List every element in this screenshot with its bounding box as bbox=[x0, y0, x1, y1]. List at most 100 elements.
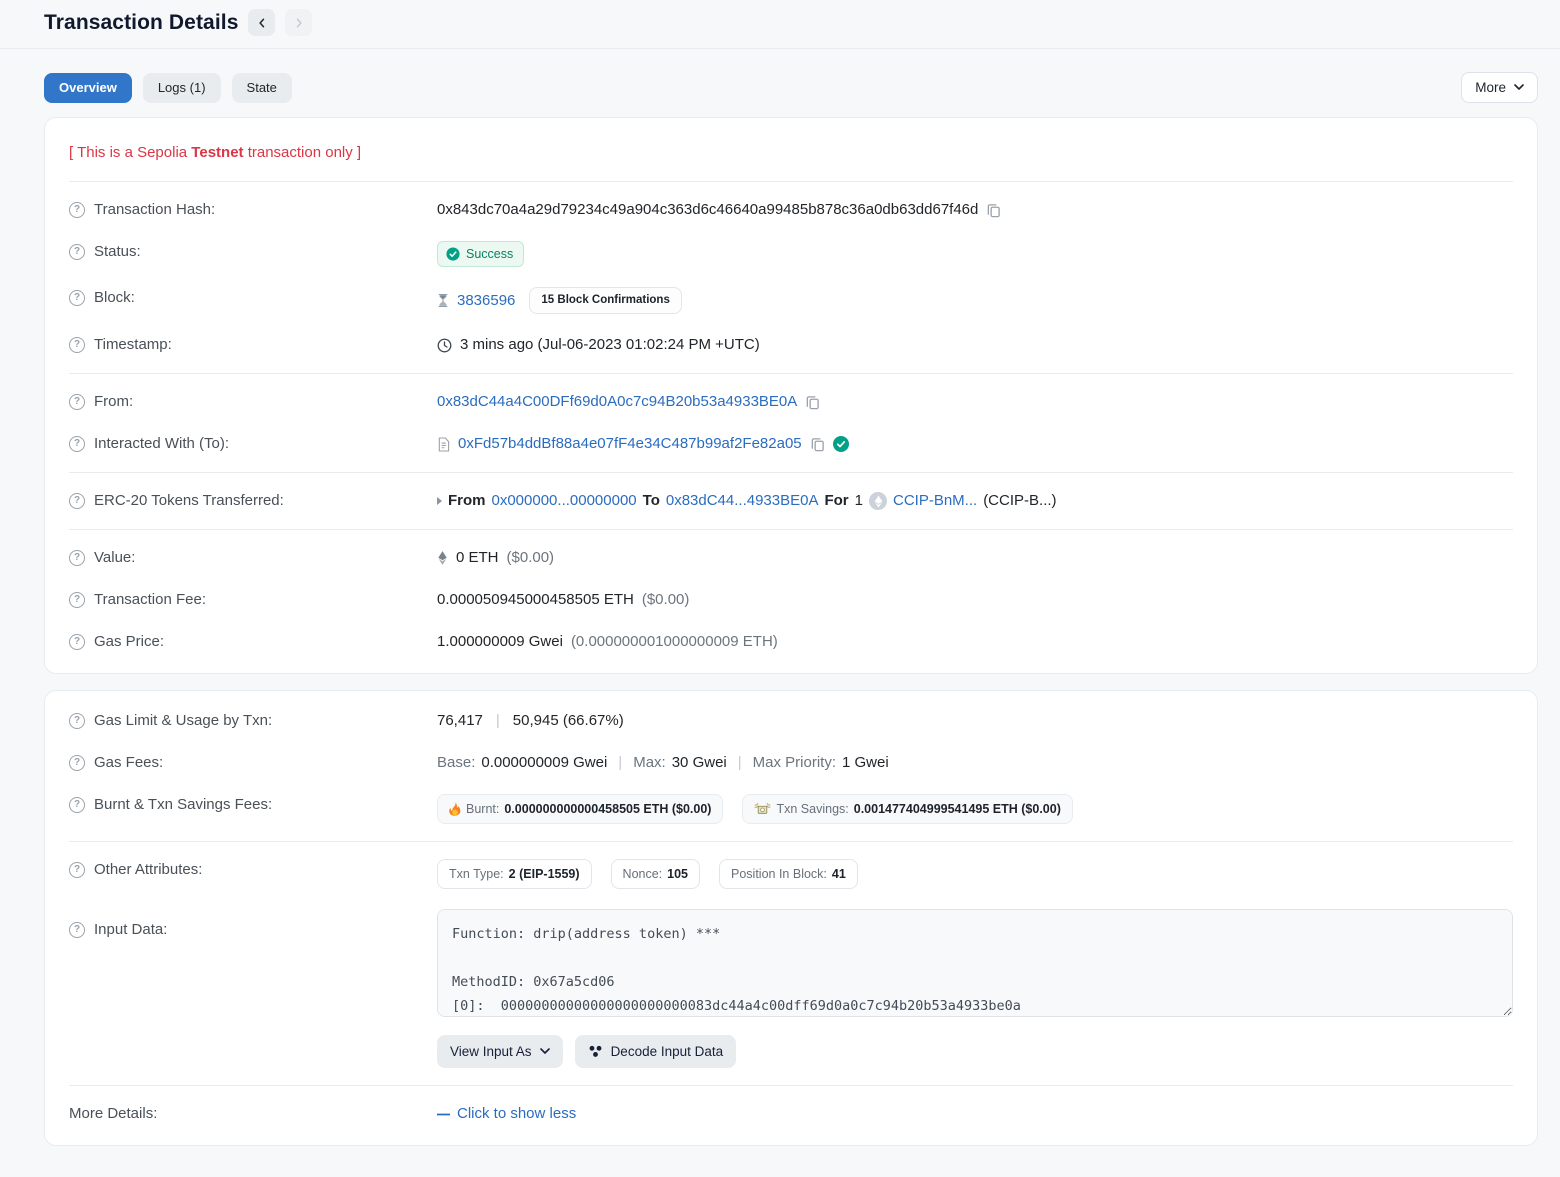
max-fee-value: 30 Gwei bbox=[672, 752, 727, 774]
flame-icon bbox=[449, 802, 461, 816]
copy-icon[interactable] bbox=[805, 395, 820, 410]
help-icon bbox=[69, 713, 85, 729]
minus-icon bbox=[437, 1113, 450, 1116]
txn-type-value: 2 (EIP-1559) bbox=[509, 867, 580, 881]
chevron-down-icon bbox=[540, 1048, 550, 1055]
help-icon bbox=[69, 337, 85, 353]
tab-logs[interactable]: Logs (1) bbox=[143, 73, 221, 103]
contract-file-icon bbox=[437, 437, 450, 452]
burnt-fee-label: Burnt: bbox=[466, 802, 499, 816]
block-number-link[interactable]: 3836596 bbox=[457, 290, 515, 312]
transaction-fee-amount: 0.000050945000458505 ETH bbox=[437, 589, 634, 611]
divider bbox=[69, 841, 1513, 842]
transfer-to-address-link[interactable]: 0x83dC44...4933BE0A bbox=[666, 490, 819, 512]
nonce-value: 105 bbox=[667, 867, 688, 881]
status-label: Status: bbox=[94, 241, 141, 263]
tab-overview[interactable]: Overview bbox=[44, 73, 132, 103]
value-usd: ($0.00) bbox=[507, 547, 555, 569]
erc20-transfers-row: ERC-20 Tokens Transferred: From 0x000000… bbox=[69, 480, 1513, 522]
chevron-left-icon bbox=[256, 17, 268, 29]
gas-limit-label: Gas Limit & Usage by Txn: bbox=[94, 710, 272, 732]
testnet-notice-suffix: transaction only ] bbox=[244, 144, 362, 161]
divider bbox=[69, 472, 1513, 473]
position-in-block-label: Position In Block: bbox=[731, 867, 827, 881]
interacted-with-label: Interacted With (To): bbox=[94, 433, 229, 455]
from-row: From: 0x83dC44a4C00DFf69d0A0c7c94B20b53a… bbox=[69, 381, 1513, 423]
next-transaction-button[interactable] bbox=[285, 9, 312, 36]
show-less-text: Click to show less bbox=[457, 1103, 576, 1125]
help-icon bbox=[69, 394, 85, 410]
copy-icon[interactable] bbox=[810, 437, 825, 452]
decode-icon bbox=[588, 1045, 603, 1058]
transfer-from-address-link[interactable]: 0x000000...00000000 bbox=[492, 490, 637, 512]
gas-price-eth: (0.000000001000000009 ETH) bbox=[571, 631, 778, 653]
transaction-hash-label: Transaction Hash: bbox=[94, 199, 215, 221]
divider bbox=[69, 373, 1513, 374]
token-symbol: (CCIP-B...) bbox=[983, 490, 1056, 512]
transaction-details-page: Transaction Details Overview Logs (1) St… bbox=[0, 0, 1560, 1177]
timestamp-row: Timestamp: 3 mins ago (Jul-06-2023 01:02… bbox=[69, 324, 1513, 366]
txn-type-label: Txn Type: bbox=[449, 867, 504, 881]
testnet-notice-prefix: [ This is a Sepolia bbox=[69, 144, 191, 161]
prev-transaction-button[interactable] bbox=[248, 9, 275, 36]
tab-list: Overview Logs (1) State bbox=[44, 73, 292, 103]
txn-savings-value: 0.001477404999541495 ETH ($0.00) bbox=[854, 802, 1061, 816]
transaction-hash-row: Transaction Hash: 0x843dc70a4a29d79234c4… bbox=[69, 189, 1513, 231]
tabs-row: Overview Logs (1) State More bbox=[0, 49, 1560, 103]
input-data-textarea[interactable]: Function: drip(address token) *** Method… bbox=[437, 909, 1513, 1017]
base-fee-label: Base: bbox=[437, 752, 475, 774]
gas-fees-row: Gas Fees: Base: 0.000000009 Gwei Max: 30… bbox=[69, 742, 1513, 784]
help-icon bbox=[69, 550, 85, 566]
transfer-amount: 1 bbox=[855, 490, 863, 512]
from-address-link[interactable]: 0x83dC44a4C00DFf69d0A0c7c94B20b53a4933BE… bbox=[437, 391, 797, 413]
transfer-expand-caret-icon[interactable] bbox=[437, 497, 442, 505]
contract-address-link[interactable]: 0xFd57b4ddBf88a4e07fF4e34C487b99af2Fe82a… bbox=[458, 433, 802, 455]
token-name-link[interactable]: CCIP-BnM... bbox=[893, 490, 977, 512]
page-header: Transaction Details bbox=[0, 0, 1560, 49]
burnt-fee-badge: Burnt: 0.000000000000458505 ETH ($0.00) bbox=[437, 794, 723, 824]
transfer-from-word: From bbox=[448, 490, 486, 512]
money-wings-icon bbox=[754, 803, 771, 816]
max-priority-value: 1 Gwei bbox=[842, 752, 889, 774]
copy-icon[interactable] bbox=[986, 203, 1001, 218]
divider bbox=[69, 1085, 1513, 1086]
verified-check-icon bbox=[833, 436, 849, 452]
status-badge-text: Success bbox=[466, 247, 513, 261]
interacted-with-row: Interacted With (To): 0xFd57b4ddBf88a4e0… bbox=[69, 423, 1513, 465]
gas-price-row: Gas Price: 1.000000009 Gwei (0.000000001… bbox=[69, 621, 1513, 663]
status-row: Status: Success bbox=[69, 231, 1513, 277]
more-dropdown-label: More bbox=[1475, 80, 1506, 95]
help-icon bbox=[69, 755, 85, 771]
token-icon bbox=[869, 492, 887, 510]
gas-price-label: Gas Price: bbox=[94, 631, 164, 653]
page-title: Transaction Details bbox=[44, 11, 238, 35]
input-data-label: Input Data: bbox=[94, 919, 167, 941]
txn-savings-badge: Txn Savings: 0.001477404999541495 ETH ($… bbox=[742, 794, 1072, 824]
value-row: Value: 0 ETH ($0.00) bbox=[69, 537, 1513, 579]
decode-input-data-button[interactable]: Decode Input Data bbox=[575, 1035, 737, 1068]
separator bbox=[491, 710, 505, 732]
nonce-badge: Nonce: 105 bbox=[611, 859, 700, 889]
transfer-for-word: For bbox=[824, 490, 848, 512]
other-attributes-row: Other Attributes: Txn Type: 2 (EIP-1559)… bbox=[69, 849, 1513, 899]
chevron-down-icon bbox=[1514, 84, 1524, 91]
position-in-block-value: 41 bbox=[832, 867, 846, 881]
testnet-notice-bold: Testnet bbox=[191, 144, 243, 161]
gas-limit-value: 76,417 bbox=[437, 710, 483, 732]
transfer-to-word: To bbox=[643, 490, 660, 512]
help-icon bbox=[69, 493, 85, 509]
help-icon bbox=[69, 862, 85, 878]
more-dropdown-button[interactable]: More bbox=[1461, 72, 1538, 103]
transaction-fee-label: Transaction Fee: bbox=[94, 589, 206, 611]
position-in-block-badge: Position In Block: 41 bbox=[719, 859, 858, 889]
value-label: Value: bbox=[94, 547, 135, 569]
details-card: Gas Limit & Usage by Txn: 76,417 50,945 … bbox=[44, 690, 1538, 1146]
timestamp-label: Timestamp: bbox=[94, 334, 172, 356]
check-circle-icon bbox=[446, 247, 460, 261]
eth-icon bbox=[437, 550, 448, 566]
show-less-link[interactable]: Click to show less bbox=[437, 1103, 576, 1125]
gas-usage-value: 50,945 (66.67%) bbox=[513, 710, 624, 732]
tab-state[interactable]: State bbox=[232, 73, 292, 103]
view-input-as-button[interactable]: View Input As bbox=[437, 1035, 563, 1068]
gas-limit-row: Gas Limit & Usage by Txn: 76,417 50,945 … bbox=[69, 700, 1513, 742]
